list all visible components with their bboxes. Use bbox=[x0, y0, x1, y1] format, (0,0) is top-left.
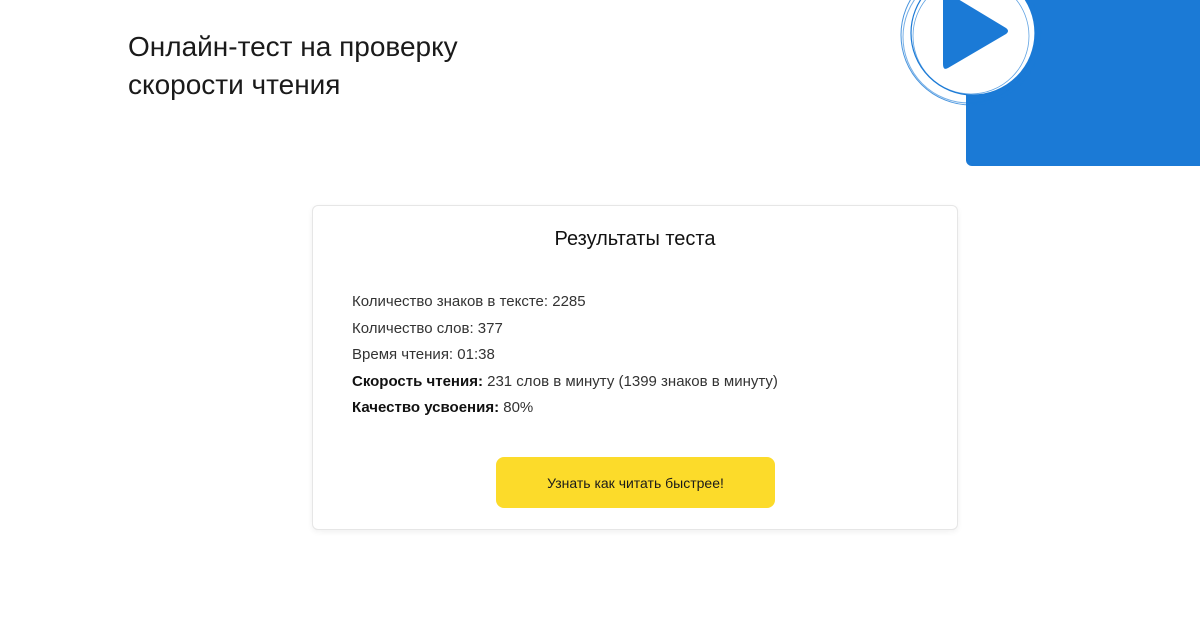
results-card: Результаты теста Количество знаков в тек… bbox=[312, 205, 958, 530]
reading-speed: Скорость чтения: 231 слов в минуту (1399… bbox=[352, 369, 778, 396]
learn-faster-button[interactable]: Узнать как читать быстрее! bbox=[496, 457, 775, 508]
comprehension-quality-value: 80% bbox=[499, 399, 534, 416]
page: Онлайн-тест на проверку скорости чтения … bbox=[0, 0, 1200, 633]
reading-speed-value: 231 слов в минуту (1399 знаков в минуту) bbox=[482, 372, 778, 390]
comprehension-quality: Качество усвоения: 80% bbox=[352, 395, 778, 422]
page-title-line-2: скорости чтения bbox=[128, 69, 341, 100]
page-title-line-1: Онлайн-тест на проверку bbox=[128, 31, 458, 62]
page-title: Онлайн-тест на проверку скорости чтения bbox=[128, 28, 548, 104]
results-title: Результаты теста bbox=[554, 228, 716, 250]
play-icon bbox=[900, 0, 1042, 106]
reading-time: Время чтения: 01:38 bbox=[352, 346, 495, 363]
results-stats: Количество знаков в тексте: 2285 Количес… bbox=[352, 289, 778, 422]
reading-speed-label: Скорость чтения: bbox=[352, 372, 483, 390]
comprehension-quality-label: Качество усвоения: bbox=[352, 399, 500, 416]
chars-count: Количество знаков в тексте: 2285 bbox=[352, 293, 586, 310]
words-count: Количество слов: 377 bbox=[352, 319, 503, 337]
